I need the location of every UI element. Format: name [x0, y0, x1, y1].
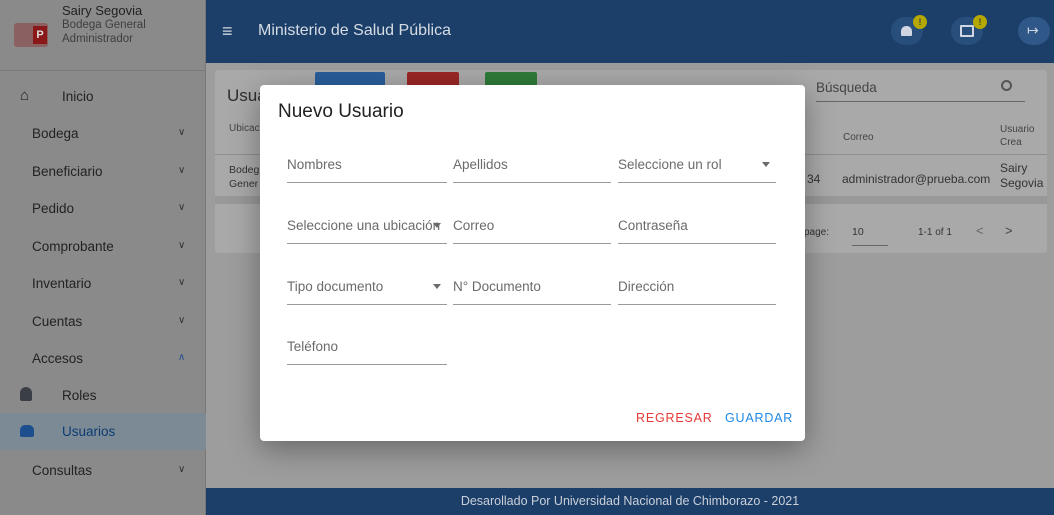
sidebar-item-bodega[interactable]: Bodega ∨: [0, 115, 206, 152]
app-logo: P: [14, 23, 48, 47]
sidebar-item-inventario[interactable]: Inventario ∨: [0, 265, 206, 302]
dropdown-arrow-icon: [433, 284, 441, 289]
sidebar-item-usuarios[interactable]: Usuarios: [0, 413, 206, 450]
dropdown-arrow-icon: [433, 223, 441, 228]
apellidos-field[interactable]: Apellidos: [453, 155, 611, 183]
calendar-button[interactable]: !: [951, 15, 987, 45]
cell-ubicacion: Bodeg Gener: [229, 164, 260, 190]
dialog-title: Nuevo Usuario: [278, 101, 404, 122]
user-name: Sairy Segovia: [62, 3, 143, 18]
sidebar-item-pedido[interactable]: Pedido ∨: [0, 190, 206, 227]
search-icon[interactable]: [1001, 80, 1012, 91]
rol-select[interactable]: Seleccione un rol: [618, 155, 776, 183]
column-correo: Correo: [843, 132, 874, 143]
regresar-button[interactable]: REGRESAR: [636, 411, 713, 425]
home-icon: ⌂: [20, 87, 30, 104]
ubicacion-select[interactable]: Seleccione una ubicación: [287, 216, 447, 244]
top-app-bar: ≡ Ministerio de Salud Pública ! ! ↦: [206, 0, 1054, 63]
cell-correo: administrador@prueba.com: [842, 172, 991, 186]
next-page-icon[interactable]: >: [1005, 223, 1013, 238]
sidebar: P Sairy Segovia Bodega General Administr…: [0, 0, 206, 515]
contrasena-field[interactable]: Contraseña: [618, 216, 776, 244]
user-warehouse: Bodega General: [62, 19, 146, 31]
calendar-badge: !: [973, 15, 987, 29]
sidebar-item-inicio[interactable]: ⌂ Inicio: [0, 78, 206, 115]
notifications-button[interactable]: !: [891, 15, 927, 45]
calendar-icon: [960, 25, 974, 37]
notification-badge: !: [913, 15, 927, 29]
new-user-dialog: Nuevo Usuario Nombres Apellidos Seleccio…: [260, 85, 805, 441]
page-title: Ministerio de Salud Pública: [258, 22, 451, 39]
cell-number: 34: [807, 172, 821, 186]
logout-icon: ↦: [1027, 22, 1039, 38]
users-icon: [20, 425, 34, 437]
chevron-down-icon: ∨: [178, 165, 186, 176]
chevron-up-icon: ∧: [178, 352, 186, 363]
guardar-button[interactable]: GUARDAR: [725, 411, 793, 425]
chevron-down-icon: ∨: [178, 127, 186, 138]
dropdown-arrow-icon: [762, 162, 770, 167]
sidebar-item-comprobante[interactable]: Comprobante ∨: [0, 228, 206, 265]
bell-icon: [901, 26, 912, 36]
logout-button[interactable]: ↦: [1018, 17, 1050, 45]
chevron-down-icon: ∨: [178, 315, 186, 326]
chevron-down-icon: ∨: [178, 240, 186, 251]
user-role: Administrador: [62, 33, 133, 45]
rows-per-page-label: page:: [804, 227, 830, 238]
telefono-field[interactable]: Teléfono: [287, 337, 447, 365]
roles-icon: [20, 387, 32, 401]
footer: Desarollado Por Universidad Nacional de …: [206, 488, 1054, 515]
column-usuario-crea: Usuario Crea: [1000, 124, 1035, 148]
nombres-field[interactable]: Nombres: [287, 155, 447, 183]
sidebar-item-roles[interactable]: Roles: [0, 377, 206, 414]
column-ubicacion: Ubicaci: [229, 123, 262, 134]
cell-creador: Sairy Segovia: [1000, 161, 1044, 190]
chevron-down-icon: ∨: [178, 464, 186, 475]
range-label: 1-1 of 1: [918, 227, 952, 238]
tipo-documento-select[interactable]: Tipo documento: [287, 277, 447, 305]
search-input[interactable]: Búsqueda: [816, 80, 1025, 102]
correo-field[interactable]: Correo: [453, 216, 611, 244]
sidebar-item-beneficiario[interactable]: Beneficiario ∨: [0, 153, 206, 190]
previous-page-icon[interactable]: <: [976, 223, 984, 238]
rows-per-page-select[interactable]: 10: [852, 226, 888, 246]
user-block: P Sairy Segovia Bodega General Administr…: [0, 0, 206, 71]
sidebar-item-consultas[interactable]: Consultas ∨: [0, 452, 206, 489]
numero-documento-field[interactable]: N° Documento: [453, 277, 611, 305]
direccion-field[interactable]: Dirección: [618, 277, 776, 305]
sidebar-item-accesos[interactable]: Accesos ∧: [0, 340, 206, 377]
sidebar-item-cuentas[interactable]: Cuentas ∨: [0, 303, 206, 340]
chevron-down-icon: ∨: [178, 202, 186, 213]
chevron-down-icon: ∨: [178, 277, 186, 288]
menu-icon[interactable]: ≡: [222, 22, 233, 40]
